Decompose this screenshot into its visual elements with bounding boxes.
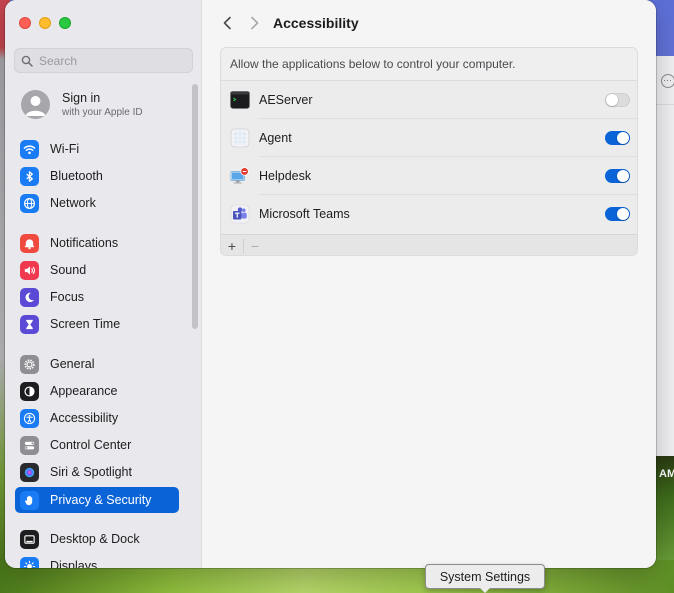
app-name: Helpdesk <box>259 169 312 183</box>
add-app-button[interactable]: + <box>221 235 243 255</box>
bell-icon <box>20 233 39 253</box>
page-title: Accessibility <box>273 15 359 31</box>
zoom-window-button[interactable] <box>59 17 71 29</box>
search-icon <box>21 55 33 67</box>
more-icon[interactable]: ··· <box>661 74 674 88</box>
app-row-helpdesk: Helpdesk <box>221 157 637 195</box>
globe-icon <box>20 193 39 213</box>
system-settings-window: Sign in with your Apple ID Wi-Fi Bluetoo… <box>5 0 656 568</box>
app-name: Microsoft Teams <box>259 207 350 221</box>
sidebar-item-siri-spotlight[interactable]: Siri & Spotlight <box>15 459 179 485</box>
close-window-button[interactable] <box>19 17 31 29</box>
sidebar-item-screen-time[interactable]: Screen Time <box>15 311 179 337</box>
app-name: AEServer <box>259 93 313 107</box>
hand-icon <box>20 490 39 510</box>
sidebar-item-label: Screen Time <box>50 317 121 331</box>
sidebar-item-label: Sound <box>50 263 87 277</box>
aeserver-toggle[interactable] <box>605 93 630 107</box>
sidebar-item-network[interactable]: Network <box>15 190 179 216</box>
microsoft-teams-toggle[interactable] <box>605 207 630 221</box>
sidebar-item-label: Accessibility <box>50 411 119 425</box>
app-name: Agent <box>259 131 292 145</box>
sidebar-item-label: Network <box>50 196 96 210</box>
sidebar-item-label: Desktop & Dock <box>50 532 140 546</box>
dock-tooltip: System Settings <box>425 564 545 589</box>
siri-icon <box>20 462 39 482</box>
apple-id-title: Sign in <box>62 90 101 105</box>
speaker-icon <box>20 260 39 280</box>
sidebar-item-label: Wi-Fi <box>50 142 80 156</box>
agent-icon <box>230 128 250 148</box>
sidebar-item-label: Notifications <box>50 236 119 250</box>
dock-tooltip-tail <box>479 587 491 593</box>
forward-button[interactable] <box>247 14 263 32</box>
sidebar-item-control-center[interactable]: Control Center <box>15 432 179 458</box>
app-row-aeserver: AEServer <box>221 81 637 119</box>
helpdesk-toggle[interactable] <box>605 169 630 183</box>
sidebar-item-label: Appearance <box>50 384 118 398</box>
background-window-divider <box>656 104 674 105</box>
avatar <box>21 89 50 119</box>
sun-icon <box>20 556 39 568</box>
sidebar-item-label: Control Center <box>50 438 132 452</box>
sidebar-item-label: General <box>50 357 95 371</box>
appearance-icon <box>20 381 39 401</box>
terminal-icon <box>230 90 250 110</box>
sidebar-item-general[interactable]: General <box>15 351 179 377</box>
sidebar-item-accessibility[interactable]: Accessibility <box>15 405 179 431</box>
chevron-left-icon <box>223 16 231 30</box>
accessibility-icon <box>20 408 39 428</box>
sidebar-item-label: Siri & Spotlight <box>50 465 132 479</box>
sidebar-item-displays[interactable]: Displays <box>15 553 179 568</box>
sidebar-item-appearance[interactable]: Appearance <box>15 378 179 404</box>
sidebar-item-wifi[interactable]: Wi-Fi <box>15 136 179 162</box>
apple-id-subtitle: with your Apple ID <box>62 106 143 118</box>
apple-id-signin[interactable]: Sign in with your Apple ID <box>21 86 143 122</box>
content-pane: Accessibility Allow the applications bel… <box>202 0 656 568</box>
sidebar-item-notifications[interactable]: Notifications <box>15 230 179 256</box>
search-input[interactable] <box>39 53 189 68</box>
gear-icon <box>20 354 39 374</box>
sidebar-item-label: Focus <box>50 290 85 304</box>
sidebar-scrollbar[interactable] <box>192 84 198 329</box>
back-button[interactable] <box>219 14 235 32</box>
teams-icon <box>230 204 250 224</box>
helpdesk-icon <box>230 166 250 186</box>
toolbar: Accessibility <box>202 0 656 46</box>
hourglass-icon <box>20 314 39 334</box>
bluetooth-icon <box>20 166 39 186</box>
background-window: ··· <box>655 56 674 456</box>
sidebar-item-bluetooth[interactable]: Bluetooth <box>15 163 179 189</box>
background-clock-text: AM <box>659 468 674 480</box>
app-row-agent: Agent <box>221 119 637 157</box>
permissions-description: Allow the applications below to control … <box>221 48 637 81</box>
minimize-window-button[interactable] <box>39 17 51 29</box>
sidebar-item-label: Displays <box>50 559 98 568</box>
agent-toggle[interactable] <box>605 131 630 145</box>
dock-icon <box>20 529 39 549</box>
chevron-right-icon <box>251 16 259 30</box>
sidebar-item-sound[interactable]: Sound <box>15 257 179 283</box>
person-icon <box>25 95 46 116</box>
sidebar-item-desktop-dock[interactable]: Desktop & Dock <box>15 526 179 552</box>
wifi-icon <box>20 139 39 159</box>
sidebar-item-label: Privacy & Security <box>50 493 152 507</box>
toggles-icon <box>20 435 39 455</box>
sidebar-item-label: Bluetooth <box>50 169 103 183</box>
app-row-microsoft-teams: Microsoft Teams <box>221 195 637 233</box>
sidebar-item-focus[interactable]: Focus <box>15 284 179 310</box>
remove-app-button[interactable]: − <box>244 235 266 255</box>
app-permissions-list: Allow the applications below to control … <box>220 47 638 256</box>
sidebar: Sign in with your Apple ID Wi-Fi Bluetoo… <box>5 0 202 568</box>
moon-icon <box>20 287 39 307</box>
window-controls <box>19 17 71 29</box>
sidebar-item-privacy-security[interactable]: Privacy & Security <box>15 487 179 513</box>
search-field[interactable] <box>14 48 193 73</box>
list-footer: + − <box>221 234 637 255</box>
